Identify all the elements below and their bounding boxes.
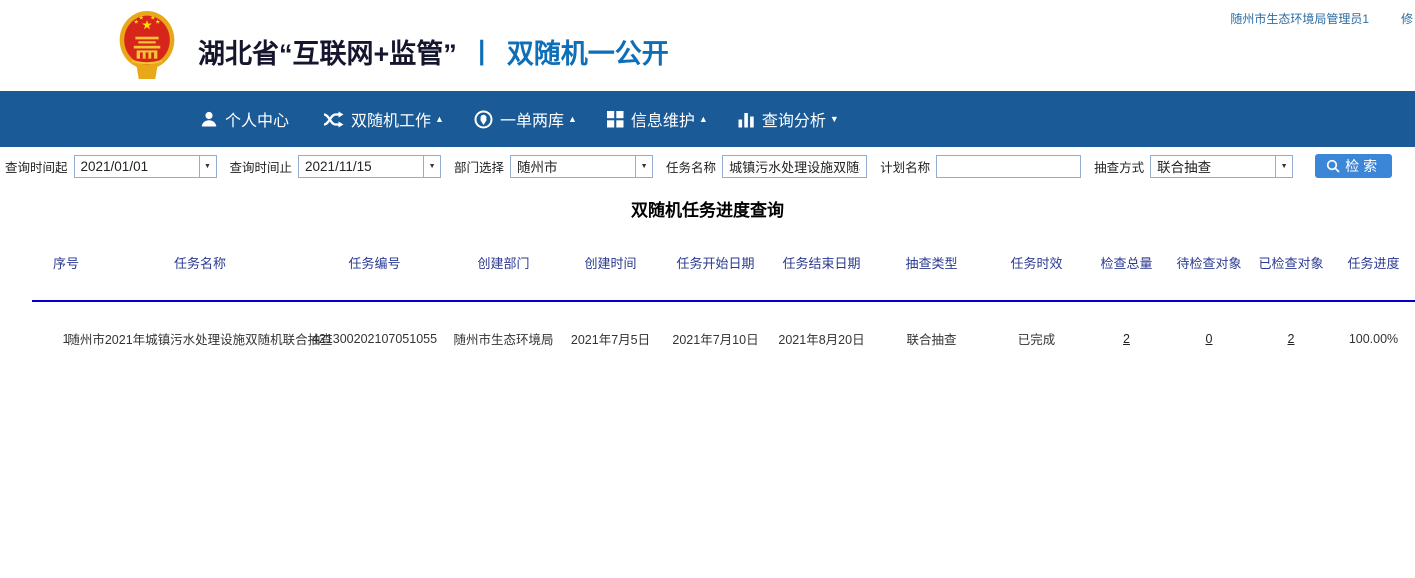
bar-chart-icon — [738, 111, 755, 128]
search-icon — [1326, 159, 1340, 173]
row-task-name: 随州市2021年城镇污水处理设施双随机联合抽查 — [100, 329, 300, 348]
plan-name-input[interactable] — [936, 155, 1081, 178]
top-header: 随州市生态环境局管理员1 修 湖北省“互联网+监管” 丨 双随机一公开 — [0, 0, 1415, 91]
nav-item-label: 查询分析 — [762, 107, 826, 131]
chevron-down-icon[interactable]: ▼ — [635, 156, 652, 177]
search-button-label: 检索 — [1345, 156, 1381, 176]
checked-objects-link[interactable]: 2 — [1288, 332, 1295, 346]
department-value[interactable]: 随州市 — [511, 156, 635, 177]
col-create-time: 创建时间 — [558, 253, 663, 272]
col-start-date: 任务开始日期 — [663, 253, 768, 272]
nav-item-label: 一单两库 — [500, 107, 564, 131]
total-checks-link[interactable]: 2 — [1123, 332, 1130, 346]
row-task-status: 已完成 — [988, 329, 1085, 348]
nav-arrow-up: ▲ — [568, 114, 577, 124]
main-nav: 个人中心 双随机工作 ▲ 一单两库 ▲ 信息维护 ▲ 查询分析 ▼ — [0, 91, 1415, 147]
col-total-checks: 检查总量 — [1085, 253, 1168, 272]
search-button[interactable]: 检索 — [1315, 154, 1392, 178]
pending-objects-link[interactable]: 0 — [1206, 332, 1213, 346]
nav-item-label: 双随机工作 — [351, 107, 431, 131]
check-mode-label: 抽查方式 — [1094, 157, 1144, 176]
nav-arrow-down: ▼ — [830, 114, 839, 124]
row-create-time: 2021年7月5日 — [558, 329, 663, 348]
chevron-down-icon[interactable]: ▼ — [423, 156, 440, 177]
col-task-no: 任务编号 — [300, 253, 449, 272]
site-title: 湖北省“互联网+监管” 丨 双随机一公开 — [198, 32, 669, 71]
col-create-dept: 创建部门 — [449, 253, 558, 272]
site-title-region: 湖北省“互联网+监管” — [198, 39, 457, 69]
header-divider-line — [32, 300, 1415, 302]
task-progress-table: 序号 任务名称 任务编号 创建部门 创建时间 任务开始日期 任务结束日期 抽查类… — [32, 253, 1415, 348]
row-start-date: 2021年7月10日 — [663, 329, 768, 348]
end-time-value[interactable]: 2021/11/15 — [299, 156, 423, 177]
col-end-date: 任务结束日期 — [768, 253, 875, 272]
check-mode-select[interactable]: 联合抽查 ▼ — [1150, 155, 1293, 178]
logged-in-user: 随州市生态环境局管理员1 — [1230, 10, 1369, 27]
start-time-label: 查询时间起 — [5, 157, 68, 176]
col-pending-objects: 待检查对象 — [1168, 253, 1250, 272]
start-time-picker[interactable]: 2021/01/01 ▼ — [74, 155, 217, 178]
chevron-down-icon[interactable]: ▼ — [1275, 156, 1292, 177]
topbar-right-link[interactable]: 修 — [1401, 10, 1413, 27]
row-end-date: 2021年8月20日 — [768, 329, 875, 348]
department-select[interactable]: 随州市 ▼ — [510, 155, 653, 178]
nav-item-query-analysis[interactable]: 查询分析 ▼ — [738, 107, 839, 131]
col-check-type: 抽查类型 — [875, 253, 988, 272]
row-create-dept: 随州市生态环境局 — [449, 329, 558, 348]
chevron-down-icon[interactable]: ▼ — [199, 156, 216, 177]
nav-item-double-random-work[interactable]: 双随机工作 ▲ — [323, 107, 444, 131]
col-task-status: 任务时效 — [988, 253, 1085, 272]
task-name-label: 任务名称 — [666, 157, 716, 176]
start-time-value[interactable]: 2021/01/01 — [75, 156, 199, 177]
table-header-row: 序号 任务名称 任务编号 创建部门 创建时间 任务开始日期 任务结束日期 抽查类… — [32, 253, 1415, 272]
user-icon — [200, 110, 218, 128]
plan-name-label: 计划名称 — [880, 157, 930, 176]
row-task-no: 421300202107051055 — [300, 329, 449, 348]
grid-icon — [607, 111, 624, 128]
nav-item-info-maintenance[interactable]: 信息维护 ▲ — [607, 107, 708, 131]
nav-item-one-list-two-bases[interactable]: 一单两库 ▲ — [474, 107, 577, 131]
national-emblem-logo — [118, 8, 176, 82]
nav-arrow-up: ▲ — [435, 114, 444, 124]
table-row: 1 随州市2021年城镇污水处理设施双随机联合抽查 42130020210705… — [32, 329, 1415, 348]
shuffle-icon — [323, 111, 344, 128]
row-progress: 100.00% — [1332, 329, 1415, 348]
nav-item-label: 信息维护 — [631, 107, 695, 131]
nav-item-personal-center[interactable]: 个人中心 — [200, 107, 293, 131]
col-seq: 序号 — [32, 253, 100, 272]
page-title: 双随机任务进度查询 — [0, 196, 1415, 221]
nav-arrow-up: ▲ — [699, 114, 708, 124]
nav-item-label: 个人中心 — [225, 107, 289, 131]
task-name-input[interactable] — [722, 155, 867, 178]
col-checked-objects: 已检查对象 — [1250, 253, 1332, 272]
site-title-product: 双随机一公开 — [507, 39, 669, 69]
end-time-picker[interactable]: 2021/11/15 ▼ — [298, 155, 441, 178]
end-time-label: 查询时间止 — [230, 157, 293, 176]
col-progress: 任务进度 — [1332, 253, 1415, 272]
target-pin-icon — [474, 110, 493, 129]
department-label: 部门选择 — [454, 157, 504, 176]
col-task-name: 任务名称 — [100, 253, 300, 272]
filter-bar: 查询时间起 2021/01/01 ▼ 查询时间止 2021/11/15 ▼ 部门… — [0, 147, 1415, 185]
row-check-type: 联合抽查 — [875, 329, 988, 348]
check-mode-value[interactable]: 联合抽查 — [1151, 156, 1275, 177]
site-title-divider: 丨 — [468, 39, 495, 69]
